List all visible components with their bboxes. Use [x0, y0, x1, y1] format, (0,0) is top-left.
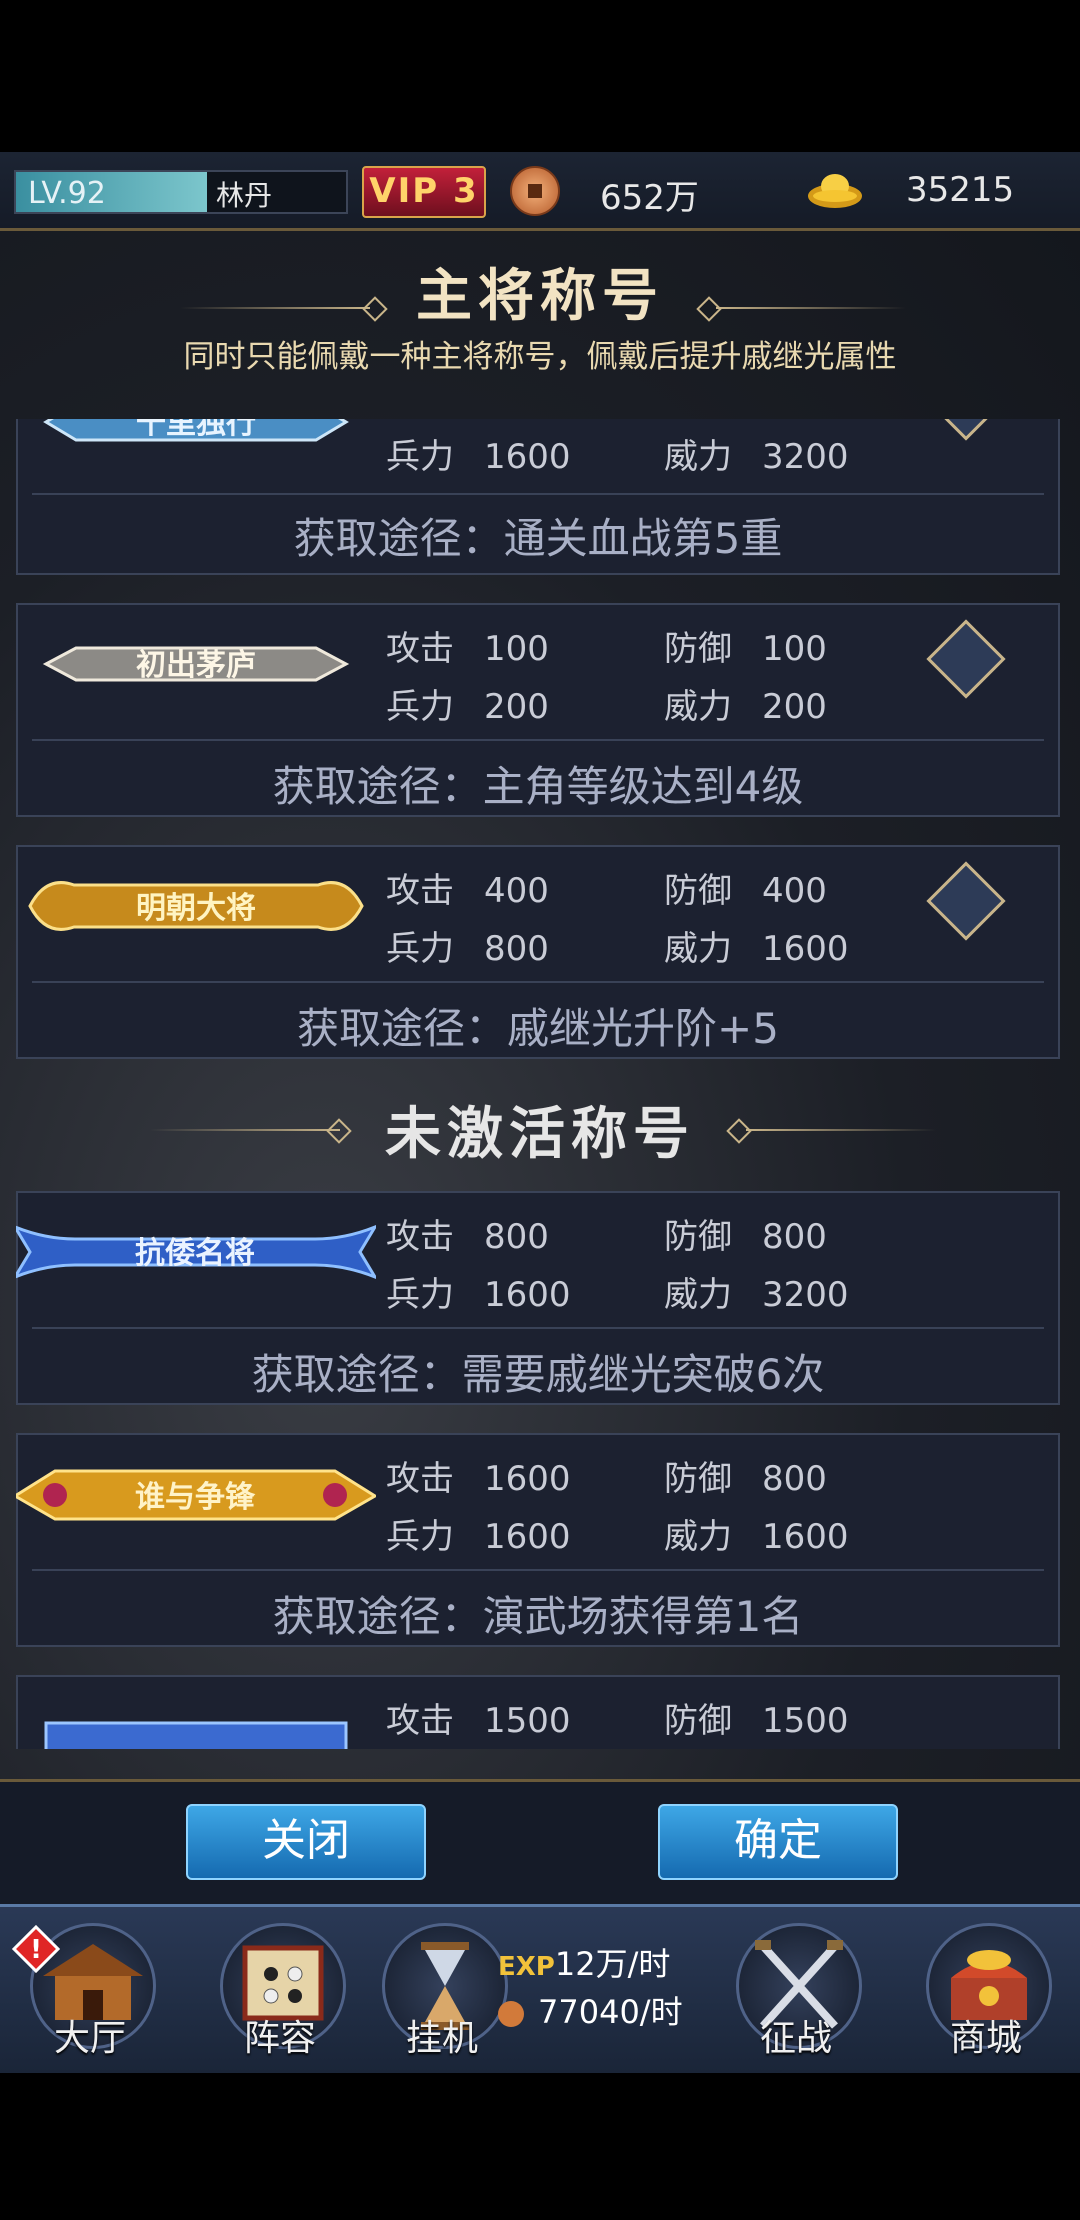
inactive-header: 未激活称号 [16, 1089, 1062, 1170]
badge-text: 初出茅庐 [136, 648, 256, 683]
title-badge-kangwo: 抗倭名将 [16, 1224, 376, 1280]
badge-text: 千里独行 [136, 419, 256, 441]
stat-power: 威力 200 [664, 687, 827, 727]
stat-attack: 攻击 1600 [386, 1459, 571, 1499]
equip-checkbox[interactable] [926, 419, 1006, 441]
nav-label: 挂机 [405, 2018, 478, 2059]
panel-subtitle: 同时只能佩戴一种主将称号，佩戴后提升戚继光属性 [183, 339, 897, 375]
nav-label: 大厅 [53, 2018, 126, 2059]
stat-troops: 兵力 1600 [386, 437, 571, 477]
stat-power: 威力 1600 [664, 929, 849, 969]
close-button[interactable]: 关闭 [186, 1804, 426, 1880]
gold-ingot-icon [808, 174, 862, 208]
stat-defense: 防御 1500 [664, 1701, 849, 1741]
nav-idle[interactable]: EXP12万/时 77040/时 挂机 [362, 1915, 692, 2065]
nav-lineup[interactable]: 阵容 [200, 1915, 360, 2065]
stat-defense: 防御 100 [664, 629, 827, 669]
title-card[interactable]: 攻击 1500 防御 1500 [16, 1675, 1060, 1749]
stat-troops: 兵力 200 [386, 687, 549, 727]
title-card[interactable]: 初出茅庐 攻击 100 防御 100 兵力 200 威力 200 获取途径：主角等级达到… [16, 603, 1060, 817]
decor-line [180, 307, 370, 309]
badge-text: 谁与争锋 [135, 1480, 256, 1515]
stat-power: 威力 3200 [664, 1275, 849, 1315]
level-label: LV.92 [28, 176, 106, 211]
stat-defense: 防御800 [664, 1459, 827, 1499]
svg-text:!: ! [30, 1935, 42, 1965]
panel-header: 主将称号 [0, 251, 1080, 332]
nav-hall[interactable]: ! 大厅 [10, 1915, 170, 2065]
exp-label: EXP [498, 1952, 555, 1982]
nav-label: 阵容 [243, 2018, 316, 2059]
stat-defense: 防御 400 [664, 871, 827, 911]
level-bar: LV.92 林丹 [14, 170, 348, 214]
title-card[interactable]: 谁与争锋 攻击 1600 防御 800 兵力 1600 威力 1600 获取途径：演武场… [16, 1433, 1060, 1647]
stat-troops: 兵力 800 [386, 929, 549, 969]
nav-shop[interactable]: 商城 [906, 1915, 1066, 2065]
title-card[interactable]: 明朝大将 攻击 400 防御 400 兵力 800 威力 1600 获取途径：戚继光升阶… [16, 845, 1060, 1059]
title-badge-mingchao: 明朝大将 [28, 881, 364, 931]
stat-power: 威力 3200 [664, 437, 849, 477]
badge-text: 明朝大将 [136, 891, 256, 926]
gold-amount: 35215 [906, 170, 1015, 210]
stat-defense: 防御800 [664, 1217, 827, 1257]
title-badge-qianli: 千里独行 [43, 419, 349, 442]
title-badge-partial [44, 1721, 348, 1749]
stat-attack: 攻击800 [386, 419, 549, 420]
title-card[interactable]: 千里独行 攻击800 防御800 兵力1600 威力3200 获取途径：通关血战… [16, 419, 1060, 575]
badge-text: 抗倭名将 [135, 1236, 255, 1271]
title-badge-shuiyu: 谁与争锋 [16, 1469, 376, 1521]
stat-attack: 攻击 400 [386, 871, 549, 911]
equip-checkbox[interactable] [926, 861, 1006, 941]
title-badge-chuchu: 初出茅庐 [42, 646, 350, 683]
bottom-nav: ! 大厅 阵容 EXP12万/时 77040/时 挂机 征战 商城 [0, 1904, 1080, 2073]
decor-line [150, 1129, 340, 1131]
stat-attack: 攻击 100 [386, 629, 549, 669]
alert-icon: ! [12, 1925, 60, 1973]
source-text: 获取途径：需要戚继光突破6次 [251, 1350, 825, 1399]
nav-battle[interactable]: 征战 [716, 1915, 876, 2065]
nav-label: 征战 [759, 2018, 832, 2059]
stat-troops: 兵力 1600 [386, 1517, 571, 1557]
player-name: 林丹 [216, 179, 273, 212]
card-divider [32, 981, 1044, 983]
stat-troops: 兵力 1600 [386, 1275, 571, 1315]
page-title: 主将称号 [416, 264, 664, 329]
nav-label: 商城 [949, 2018, 1022, 2059]
card-divider [32, 739, 1044, 741]
confirm-button[interactable]: 确定 [658, 1804, 898, 1880]
source-text: 获取途径：主角等级达到4级 [272, 762, 804, 811]
decor-line [716, 307, 906, 309]
source-text: 获取途径：戚继光升阶+5 [297, 1004, 779, 1053]
card-divider [32, 493, 1044, 495]
copper-amount: 652万 [600, 178, 699, 218]
title-panel: 主将称号 同时只能佩戴一种主将称号，佩戴后提升戚继光属性 千里独行 攻击800 … [0, 231, 1080, 1779]
title-card[interactable]: 抗倭名将 攻击 800 防御 800 兵力 1600 威力 3200 获取途径：需要戚继… [16, 1191, 1060, 1405]
card-divider [32, 1569, 1044, 1571]
copper-coin-icon [510, 166, 560, 216]
stat-attack: 攻击 1500 [386, 1701, 571, 1741]
stat-defense: 防御800 [664, 419, 827, 420]
copper-rate: 77040/时 [498, 1987, 683, 2033]
stat-power: 威力 1600 [664, 1517, 849, 1557]
source-text: 获取途径：演武场获得第1名 [272, 1592, 804, 1641]
source-text: 获取途径：通关血战第5重 [293, 514, 783, 563]
title-list[interactable]: 千里独行 攻击800 防御800 兵力1600 威力3200 获取途径：通关血战… [16, 419, 1062, 1749]
resource-bar: LV.92 林丹 VIP 3 652万 35215 [0, 152, 1080, 231]
vip-badge[interactable]: VIP 3 [362, 166, 486, 218]
equip-checkbox[interactable] [926, 619, 1006, 699]
exp-rate: EXP12万/时 [498, 1945, 671, 1983]
action-bar: 关闭 确定 [0, 1779, 1080, 1907]
card-divider [32, 1327, 1044, 1329]
stat-attack: 攻击800 [386, 1217, 549, 1257]
decor-line [746, 1129, 936, 1131]
